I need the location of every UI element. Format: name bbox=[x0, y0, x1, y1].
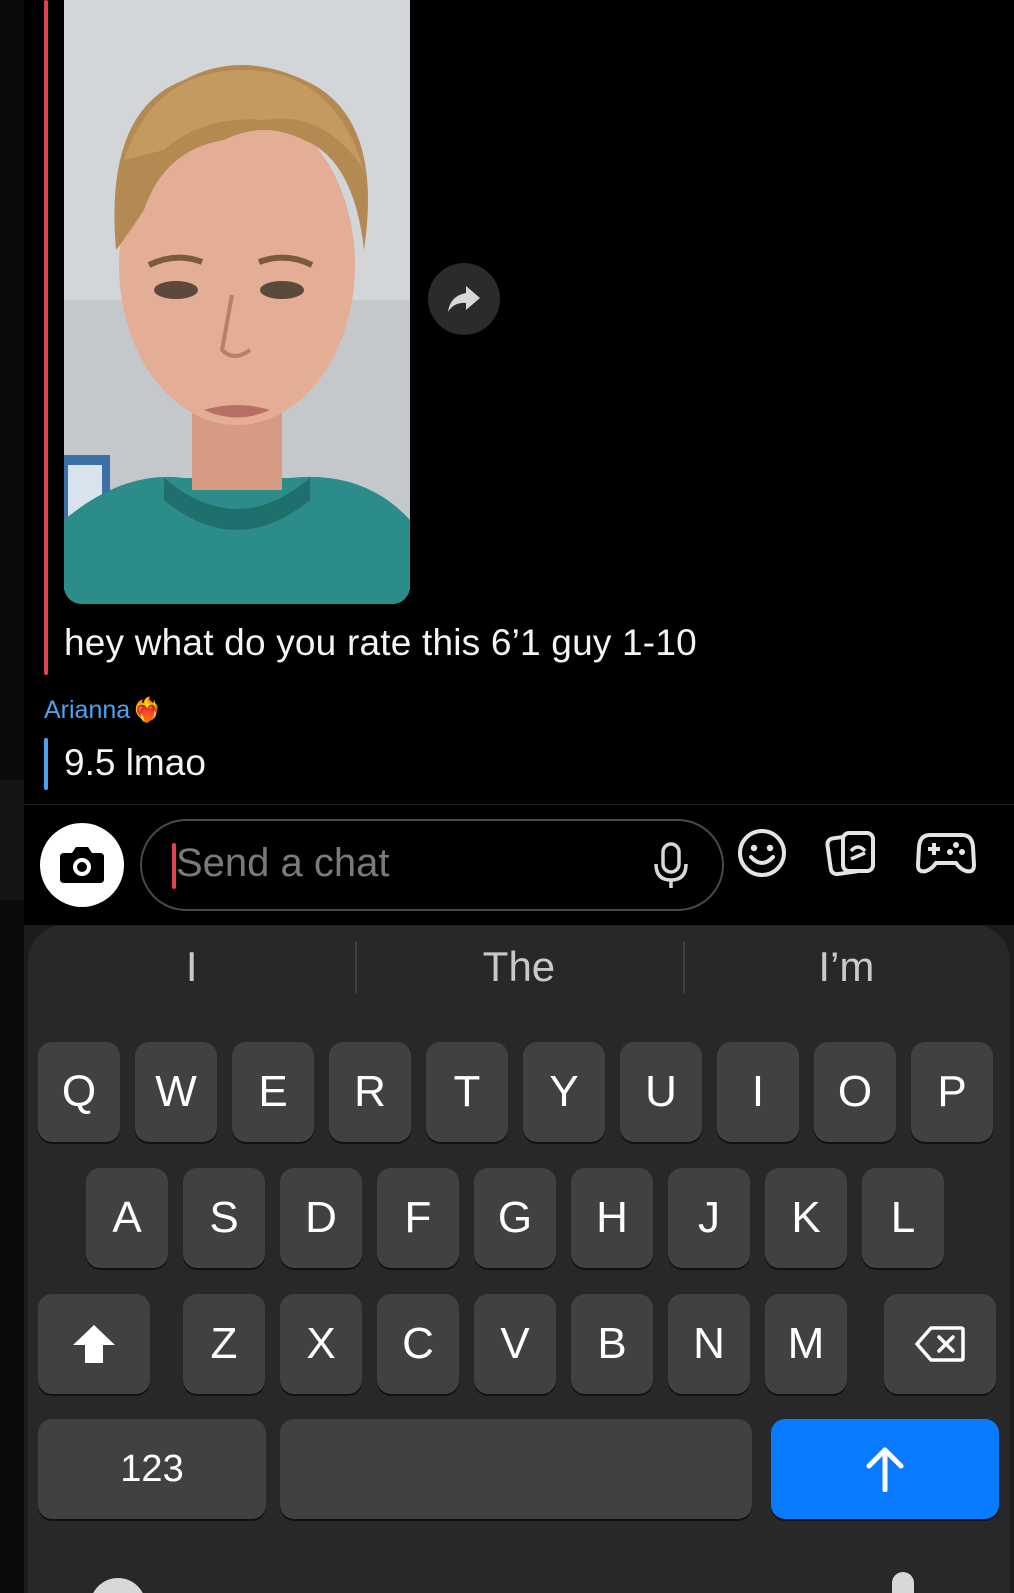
reply-message-text: 9.5 lmao bbox=[64, 742, 206, 783]
reply-sender-name: Arianna ❤️‍🔥 bbox=[44, 696, 162, 725]
send-key[interactable] bbox=[771, 1419, 999, 1519]
chat-composer: Send a chat bbox=[24, 805, 1014, 925]
key-z[interactable]: Z bbox=[183, 1294, 265, 1394]
backspace-icon bbox=[915, 1326, 965, 1362]
photo-illustration bbox=[64, 0, 410, 604]
send-arrow-icon bbox=[866, 1447, 904, 1492]
key-t[interactable]: T bbox=[426, 1042, 508, 1142]
key-f[interactable]: F bbox=[377, 1168, 459, 1268]
games-button[interactable] bbox=[914, 825, 978, 881]
stickers-icon bbox=[825, 831, 875, 877]
reply-sender-emoji: ❤️‍🔥 bbox=[132, 697, 163, 724]
key-e[interactable]: E bbox=[232, 1042, 314, 1142]
suggestion-1[interactable]: I bbox=[28, 939, 355, 995]
key-a[interactable]: A bbox=[86, 1168, 168, 1268]
suggestion-2[interactable]: The bbox=[355, 939, 682, 995]
numbers-key[interactable]: 123 bbox=[38, 1419, 266, 1519]
microphone-icon bbox=[654, 842, 688, 888]
games-icon bbox=[916, 833, 976, 874]
suggestion-bar: I The I’m bbox=[28, 939, 1010, 995]
sender-accent-bar bbox=[44, 0, 48, 675]
key-l[interactable]: L bbox=[862, 1168, 944, 1268]
reply-sender-label: Arianna bbox=[44, 696, 131, 724]
chat-input-placeholder: Send a chat bbox=[176, 841, 390, 885]
space-key[interactable] bbox=[280, 1419, 752, 1519]
keyboard-bottom-bar bbox=[24, 1560, 1014, 1593]
camera-icon bbox=[60, 847, 104, 883]
emoji-button[interactable] bbox=[734, 825, 790, 881]
chat-thread[interactable]: hey what do you rate this 6’1 guy 1-10 A… bbox=[24, 0, 1014, 804]
stickers-button[interactable] bbox=[824, 825, 880, 881]
key-q[interactable]: Q bbox=[38, 1042, 120, 1142]
key-u[interactable]: U bbox=[620, 1042, 702, 1142]
keyboard: I The I’m Q W E R T Y U I O P A S D F G … bbox=[28, 925, 1010, 1593]
key-v[interactable]: V bbox=[474, 1294, 556, 1394]
key-n[interactable]: N bbox=[668, 1294, 750, 1394]
key-m[interactable]: M bbox=[765, 1294, 847, 1394]
globe-icon[interactable] bbox=[90, 1578, 146, 1593]
chat-input[interactable]: Send a chat bbox=[140, 819, 724, 911]
shared-photo[interactable] bbox=[64, 0, 410, 604]
reply-accent-bar bbox=[44, 738, 48, 790]
key-h[interactable]: H bbox=[571, 1168, 653, 1268]
left-edge-shade bbox=[0, 780, 24, 900]
key-p[interactable]: P bbox=[911, 1042, 993, 1142]
key-s[interactable]: S bbox=[183, 1168, 265, 1268]
key-c[interactable]: C bbox=[377, 1294, 459, 1394]
key-b[interactable]: B bbox=[571, 1294, 653, 1394]
key-o[interactable]: O bbox=[814, 1042, 896, 1142]
backspace-key[interactable] bbox=[884, 1294, 996, 1394]
key-g[interactable]: G bbox=[474, 1168, 556, 1268]
forward-button[interactable] bbox=[428, 263, 500, 335]
shift-key[interactable] bbox=[38, 1294, 150, 1394]
key-w[interactable]: W bbox=[135, 1042, 217, 1142]
key-y[interactable]: Y bbox=[523, 1042, 605, 1142]
shared-message-text: hey what do you rate this 6’1 guy 1-10 bbox=[64, 622, 697, 663]
key-k[interactable]: K bbox=[765, 1168, 847, 1268]
microphone-button[interactable] bbox=[646, 841, 696, 891]
key-i[interactable]: I bbox=[717, 1042, 799, 1142]
key-x[interactable]: X bbox=[280, 1294, 362, 1394]
forward-arrow-icon bbox=[448, 286, 480, 312]
suggestion-3[interactable]: I’m bbox=[682, 939, 1010, 995]
key-d[interactable]: D bbox=[280, 1168, 362, 1268]
emoji-icon bbox=[738, 829, 786, 877]
key-j[interactable]: J bbox=[668, 1168, 750, 1268]
dictation-icon[interactable] bbox=[892, 1572, 914, 1593]
key-r[interactable]: R bbox=[329, 1042, 411, 1142]
shift-arrow-icon bbox=[73, 1325, 115, 1363]
camera-button[interactable] bbox=[40, 823, 124, 907]
keyboard-area: I The I’m Q W E R T Y U I O P A S D F G … bbox=[24, 925, 1014, 1593]
left-edge-strip bbox=[0, 0, 24, 1593]
